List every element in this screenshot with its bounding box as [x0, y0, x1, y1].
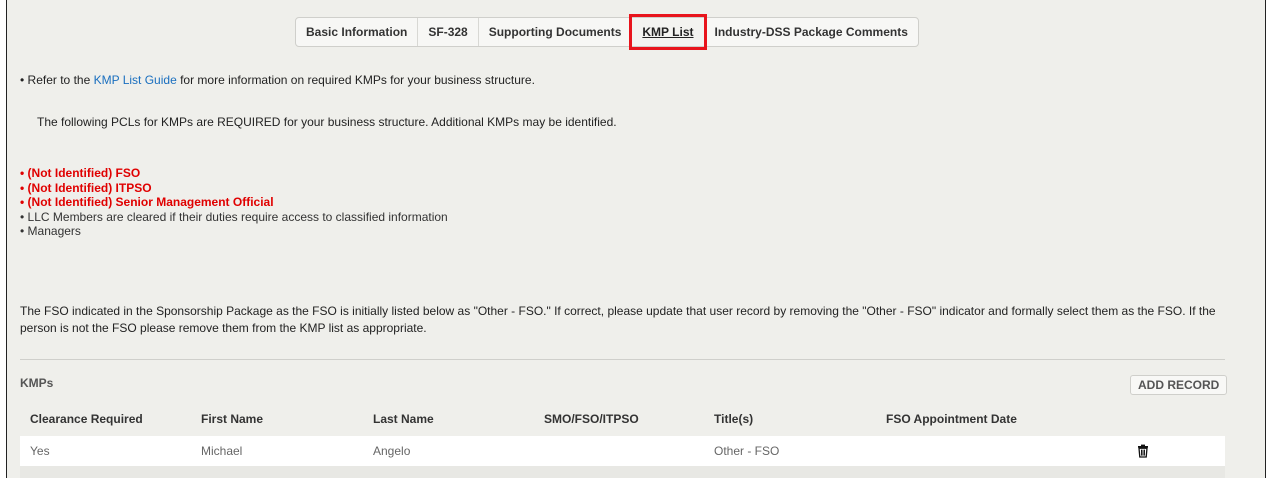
kmp-guide-prefix: Refer to the [27, 73, 94, 87]
col-last-name: Last Name [373, 412, 434, 426]
cell-first-name: Michael [201, 444, 243, 458]
required-item-fso: (Not Identified) FSO [20, 166, 448, 181]
tab-supporting-documents[interactable]: Supporting Documents [479, 18, 633, 46]
col-clearance-required: Clearance Required [30, 412, 143, 426]
cell-last-name: Angelo [373, 444, 411, 458]
required-pcl-note: The following PCLs for KMPs are REQUIRED… [37, 115, 617, 129]
col-titles: Title(s) [714, 412, 754, 426]
tab-industry-dss-package-comments[interactable]: Industry-DSS Package Comments [705, 18, 918, 46]
kmp-guide-note: Refer to the KMP List Guide for more inf… [20, 73, 535, 87]
col-smo-fso-itpso: SMO/FSO/ITPSO [544, 412, 639, 426]
kmp-guide-suffix: for more information on required KMPs fo… [176, 73, 535, 87]
required-item-smo: (Not Identified) Senior Management Offic… [20, 195, 448, 210]
tab-bar: Basic Information SF-328 Supporting Docu… [295, 14, 919, 50]
tab-sf-328[interactable]: SF-328 [418, 18, 479, 46]
content-frame: Basic Information SF-328 Supporting Docu… [6, 0, 1266, 478]
table-header: Clearance Required First Name Last Name … [20, 402, 1225, 436]
add-record-button[interactable]: ADD RECORD [1130, 375, 1228, 395]
fso-instruction: The FSO indicated in the Sponsorship Pac… [20, 304, 1216, 335]
col-fso-appointment-date: FSO Appointment Date [886, 412, 1017, 426]
trash-icon[interactable] [1136, 444, 1150, 458]
required-item-itpso: (Not Identified) ITPSO [20, 181, 448, 196]
table-row[interactable]: Yes Michael Angelo Other - FSO [20, 436, 1225, 466]
kmp-table: Clearance Required First Name Last Name … [20, 402, 1225, 466]
col-first-name: First Name [201, 412, 264, 426]
required-item-llc-members: LLC Members are cleared if their duties … [20, 210, 448, 225]
tab-kmp-list[interactable]: KMP List [629, 14, 707, 50]
kmps-section-title: KMPs [20, 376, 54, 390]
required-kmp-list: (Not Identified) FSO (Not Identified) IT… [20, 166, 448, 239]
kmp-list-guide-link[interactable]: KMP List Guide [94, 73, 177, 87]
cell-clearance: Yes [30, 444, 50, 458]
cell-title: Other - FSO [714, 444, 780, 458]
section-divider [20, 359, 1225, 360]
tab-basic-information[interactable]: Basic Information [296, 18, 419, 46]
table-footer-strip [20, 466, 1225, 478]
required-item-managers: Managers [20, 224, 448, 239]
